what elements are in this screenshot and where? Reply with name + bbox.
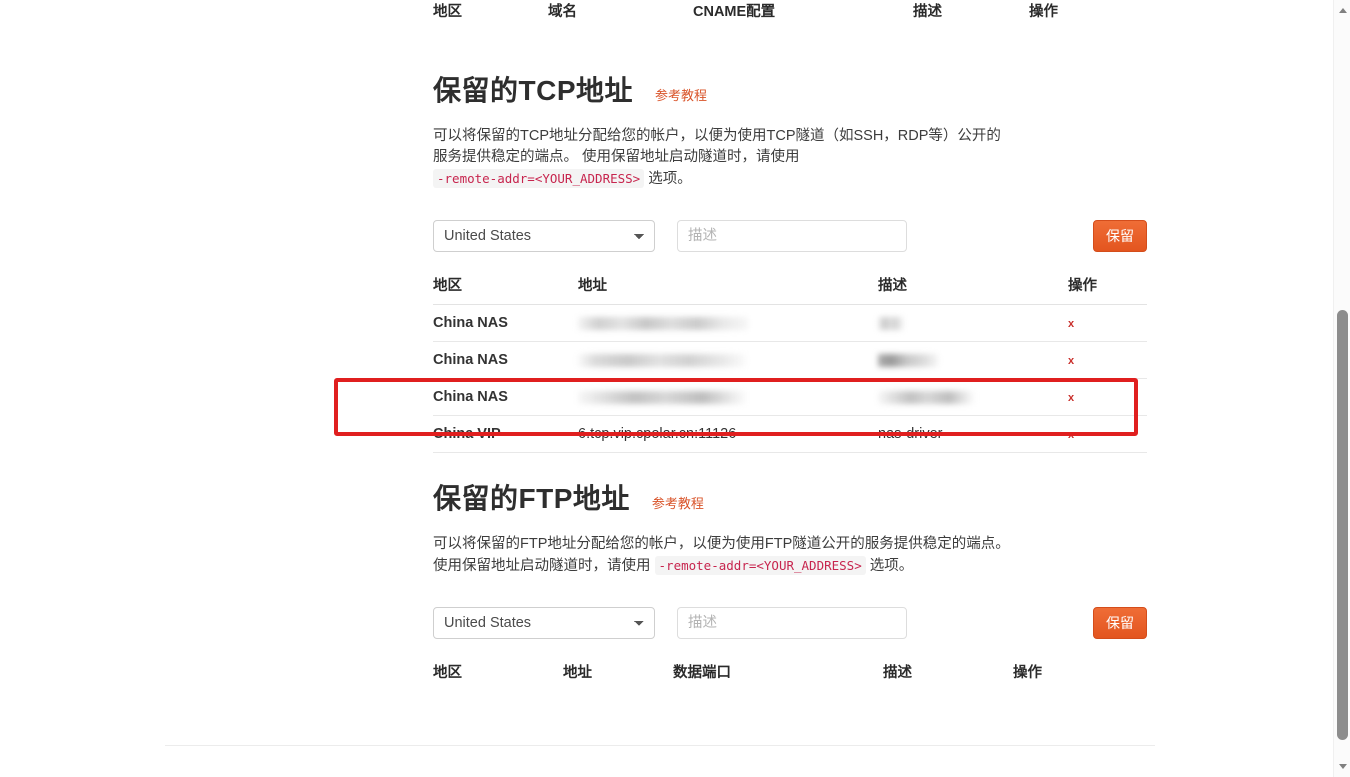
tcp-row-description [878,342,1068,379]
tcp-row-region: China NAS [433,342,578,379]
column-header-domain: 域名 [548,0,693,21]
ftp-reserve-button[interactable]: 保留 [1093,607,1147,639]
tcp-table-header-row: 地区 地址 描述 操作 [433,274,1147,305]
redacted-description [878,317,904,330]
tcp-region-select[interactable]: United States [433,220,655,252]
table-header-row: 地区 域名 CNAME配置 描述 操作 [433,0,1147,21]
tcp-row-address [578,305,878,342]
column-header-cname: CNAME配置 [693,0,913,21]
scrollbar-thumb[interactable] [1337,310,1348,740]
tcp-row-address: 6.tcp.vip.cpolar.cn:11126 [578,416,878,453]
tcp-row-region: China NAS [433,379,578,416]
table-row[interactable]: China VIP 6.tcp.vip.cpolar.cn:11126 nas-… [433,416,1147,453]
delete-icon[interactable]: x [1068,393,1074,404]
tcp-row-description [878,305,1068,342]
tcp-row-region: China NAS [433,305,578,342]
delete-icon[interactable]: x [1068,356,1074,367]
ftp-column-header-region: 地区 [433,661,563,682]
tcp-tutorial-link[interactable]: 参考教程 [655,85,707,104]
redacted-address [578,317,748,330]
ftp-section-description: 可以将保留的FTP地址分配给您的帐户，以便为使用FTP隧道公开的服务提供稳定的端… [433,534,1013,577]
ftp-column-header-operation: 操作 [1013,661,1147,682]
redacted-description [878,391,974,404]
tcp-row-region: China VIP [433,416,578,453]
tcp-section-heading: 保留的TCP地址 参考教程 [433,69,1147,109]
tcp-reserve-form: United States 保留 [433,220,1147,252]
tcp-section-description: 可以将保留的TCP地址分配给您的帐户，以便为使用TCP隧道（如SSH，RDP等）… [433,126,1013,190]
tcp-column-header-operation: 操作 [1068,274,1147,305]
tcp-row-description [878,379,1068,416]
redacted-description [878,354,938,367]
ftp-reserve-form: United States 保留 [433,607,1147,639]
ftp-tutorial-link[interactable]: 参考教程 [652,493,704,512]
column-header-operation: 操作 [1029,0,1147,21]
tcp-description-input[interactable] [677,220,907,252]
page-root: 地区 域名 CNAME配置 描述 操作 保留的TCP地址 参考教程 可以将保留的… [0,0,1350,777]
tcp-section-title: 保留的TCP地址 [433,69,633,109]
delete-icon[interactable]: x [1068,430,1074,441]
ftp-table-header-row: 地区 地址 数据端口 描述 操作 [433,661,1147,682]
ftp-column-header-description: 描述 [883,661,1013,682]
ftp-desc-text-2: 选项。 [866,558,914,574]
tcp-desc-text-1: 可以将保留的TCP地址分配给您的帐户，以便为使用TCP隧道（如SSH，RDP等）… [433,128,1001,165]
domain-table-header: 地区 域名 CNAME配置 描述 操作 [433,0,1147,21]
redacted-address [578,354,746,367]
tcp-row-address [578,342,878,379]
redacted-address [578,391,746,404]
vertical-scrollbar[interactable] [1333,0,1350,777]
tcp-address-table: 地区 地址 描述 操作 China NAS x China NAS x [433,274,1147,453]
ftp-region-select[interactable]: United States [433,607,655,639]
tcp-column-header-description: 描述 [878,274,1068,305]
tcp-row-address [578,379,878,416]
table-row[interactable]: China NAS x [433,342,1147,379]
ftp-empty-row [433,682,1147,719]
tcp-row-operation: x [1068,305,1147,342]
column-header-region: 地区 [433,0,548,21]
table-row[interactable]: China NAS x [433,379,1147,416]
tcp-remote-addr-code: -remote-addr=<YOUR_ADDRESS> [433,169,644,188]
column-header-description: 描述 [913,0,1029,21]
ftp-remote-addr-code: -remote-addr=<YOUR_ADDRESS> [655,556,866,575]
main-content: 地区 域名 CNAME配置 描述 操作 保留的TCP地址 参考教程 可以将保留的… [433,0,1147,719]
scroll-up-arrow-icon[interactable] [1334,2,1350,19]
ftp-column-header-data-port: 数据端口 [673,661,883,682]
tcp-desc-text-2: 选项。 [644,171,692,187]
tcp-row-operation: x [1068,379,1147,416]
bottom-divider [165,745,1155,746]
tcp-reserve-button[interactable]: 保留 [1093,220,1147,252]
delete-icon[interactable]: x [1068,319,1074,330]
ftp-section-title: 保留的FTP地址 [433,477,630,517]
ftp-column-header-address: 地址 [563,661,673,682]
ftp-empty-cell [433,682,1147,719]
ftp-address-table: 地区 地址 数据端口 描述 操作 [433,661,1147,719]
tcp-column-header-region: 地区 [433,274,578,305]
scroll-down-arrow-icon[interactable] [1334,758,1350,775]
tcp-row-operation: x [1068,416,1147,453]
tcp-row-description: nas-driver [878,416,1068,453]
table-row[interactable]: China NAS x [433,305,1147,342]
tcp-row-operation: x [1068,342,1147,379]
ftp-description-input[interactable] [677,607,907,639]
tcp-column-header-address: 地址 [578,274,878,305]
ftp-section-heading: 保留的FTP地址 参考教程 [433,477,1147,517]
